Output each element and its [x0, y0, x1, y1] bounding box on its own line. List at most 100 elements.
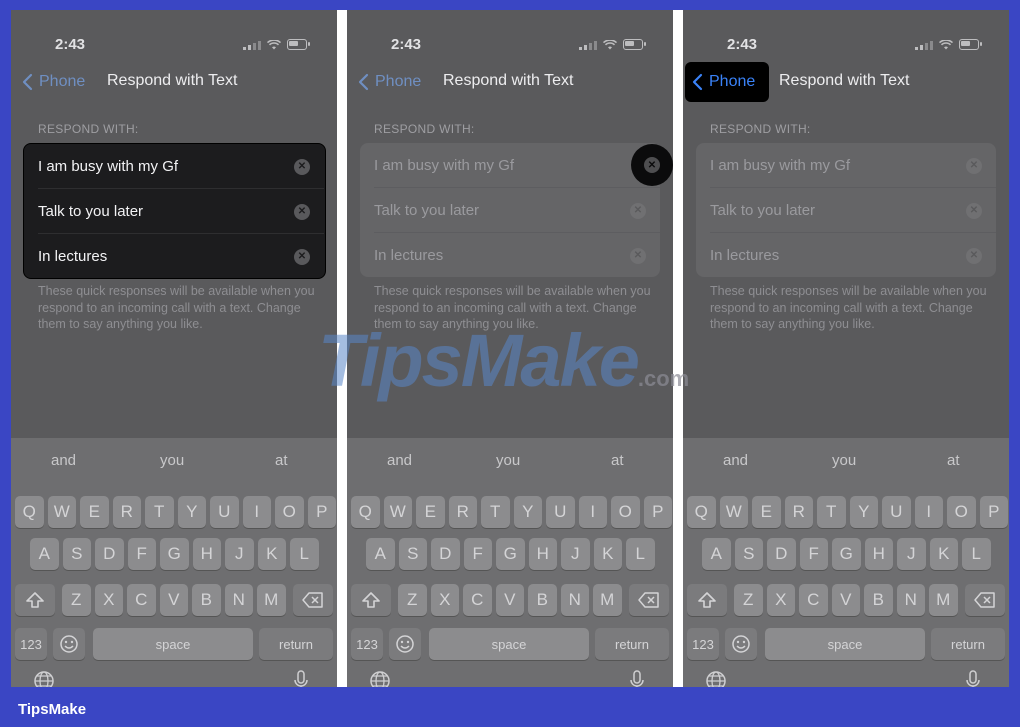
- key-q[interactable]: Q: [351, 496, 380, 528]
- key-r[interactable]: R: [448, 496, 477, 528]
- key-m[interactable]: M: [593, 584, 622, 616]
- shift-key[interactable]: [15, 584, 55, 616]
- key-i[interactable]: I: [914, 496, 943, 528]
- key-y[interactable]: Y: [513, 496, 542, 528]
- key-h[interactable]: H: [192, 538, 221, 570]
- key-p[interactable]: P: [979, 496, 1008, 528]
- microphone-icon[interactable]: [965, 670, 981, 687]
- key-q[interactable]: Q: [15, 496, 44, 528]
- suggestion[interactable]: and: [387, 452, 412, 469]
- list-item[interactable]: In lectures ✕: [38, 234, 310, 279]
- key-t[interactable]: T: [145, 496, 174, 528]
- key-z[interactable]: Z: [62, 584, 91, 616]
- key-f[interactable]: F: [799, 538, 828, 570]
- key-d[interactable]: D: [95, 538, 124, 570]
- key-g[interactable]: G: [832, 538, 861, 570]
- key-o[interactable]: O: [611, 496, 640, 528]
- space-key[interactable]: space: [765, 628, 925, 660]
- key-o[interactable]: O: [275, 496, 304, 528]
- clear-icon[interactable]: ✕: [630, 202, 646, 219]
- suggestion[interactable]: you: [832, 452, 856, 469]
- key-l[interactable]: L: [290, 538, 319, 570]
- key-b[interactable]: B: [192, 584, 221, 616]
- key-q[interactable]: Q: [687, 496, 716, 528]
- delete-key[interactable]: [293, 584, 333, 616]
- response-text[interactable]: Talk to you later: [38, 203, 143, 220]
- response-text[interactable]: I am busy with my Gf: [374, 157, 514, 174]
- key-p[interactable]: P: [307, 496, 336, 528]
- key-v[interactable]: V: [495, 584, 524, 616]
- numbers-key[interactable]: 123: [15, 628, 47, 660]
- emoji-key[interactable]: [53, 628, 85, 660]
- list-item[interactable]: Talk to you later ✕: [38, 189, 324, 234]
- back-button[interactable]: Phone: [17, 62, 95, 102]
- key-h[interactable]: H: [528, 538, 557, 570]
- key-v[interactable]: V: [159, 584, 188, 616]
- key-j[interactable]: J: [897, 538, 926, 570]
- numbers-key[interactable]: 123: [687, 628, 719, 660]
- key-n[interactable]: N: [896, 584, 925, 616]
- key-v[interactable]: V: [831, 584, 860, 616]
- key-h[interactable]: H: [864, 538, 893, 570]
- suggestion[interactable]: at: [947, 452, 960, 469]
- clear-icon[interactable]: ✕: [966, 247, 982, 264]
- shift-key[interactable]: [687, 584, 727, 616]
- key-p[interactable]: P: [643, 496, 672, 528]
- key-n[interactable]: N: [224, 584, 253, 616]
- key-b[interactable]: B: [864, 584, 893, 616]
- key-d[interactable]: D: [767, 538, 796, 570]
- key-i[interactable]: I: [578, 496, 607, 528]
- key-g[interactable]: G: [160, 538, 189, 570]
- key-a[interactable]: A: [702, 538, 731, 570]
- space-key[interactable]: space: [429, 628, 589, 660]
- back-button[interactable]: Phone: [685, 62, 770, 102]
- key-s[interactable]: S: [734, 538, 763, 570]
- response-text[interactable]: In lectures: [710, 247, 779, 264]
- key-d[interactable]: D: [431, 538, 460, 570]
- suggestion[interactable]: at: [611, 452, 624, 469]
- key-k[interactable]: K: [929, 538, 958, 570]
- microphone-icon[interactable]: [629, 670, 645, 687]
- return-key[interactable]: return: [259, 628, 333, 660]
- numbers-key[interactable]: 123: [351, 628, 383, 660]
- key-e[interactable]: E: [752, 496, 781, 528]
- key-s[interactable]: S: [398, 538, 427, 570]
- key-t[interactable]: T: [817, 496, 846, 528]
- key-b[interactable]: B: [528, 584, 557, 616]
- key-w[interactable]: W: [47, 496, 76, 528]
- delete-key[interactable]: [965, 584, 1005, 616]
- key-c[interactable]: C: [799, 584, 828, 616]
- response-text[interactable]: I am busy with my Gf: [710, 157, 850, 174]
- list-item[interactable]: Talk to you later ✕: [710, 188, 996, 233]
- key-f[interactable]: F: [463, 538, 492, 570]
- shift-key[interactable]: [351, 584, 391, 616]
- key-i[interactable]: I: [242, 496, 271, 528]
- clear-icon[interactable]: ✕: [966, 157, 982, 174]
- return-key[interactable]: return: [931, 628, 1005, 660]
- key-l[interactable]: L: [626, 538, 655, 570]
- key-e[interactable]: E: [416, 496, 445, 528]
- key-c[interactable]: C: [463, 584, 492, 616]
- key-t[interactable]: T: [481, 496, 510, 528]
- list-item[interactable]: I am busy with my Gf ✕: [374, 143, 673, 188]
- key-r[interactable]: R: [784, 496, 813, 528]
- key-y[interactable]: Y: [177, 496, 206, 528]
- key-u[interactable]: U: [546, 496, 575, 528]
- response-text[interactable]: Talk to you later: [710, 202, 815, 219]
- key-k[interactable]: K: [257, 538, 286, 570]
- key-g[interactable]: G: [496, 538, 525, 570]
- back-button[interactable]: Phone: [353, 62, 431, 102]
- key-k[interactable]: K: [593, 538, 622, 570]
- globe-icon[interactable]: [369, 670, 391, 687]
- clear-icon[interactable]: ✕: [630, 247, 646, 264]
- key-x[interactable]: X: [94, 584, 123, 616]
- suggestion[interactable]: and: [723, 452, 748, 469]
- suggestion[interactable]: and: [51, 452, 76, 469]
- key-x[interactable]: X: [766, 584, 795, 616]
- key-s[interactable]: S: [62, 538, 91, 570]
- key-m[interactable]: M: [929, 584, 958, 616]
- key-j[interactable]: J: [225, 538, 254, 570]
- clear-icon[interactable]: ✕: [294, 203, 310, 220]
- key-w[interactable]: W: [383, 496, 412, 528]
- clear-icon[interactable]: ✕: [294, 248, 310, 265]
